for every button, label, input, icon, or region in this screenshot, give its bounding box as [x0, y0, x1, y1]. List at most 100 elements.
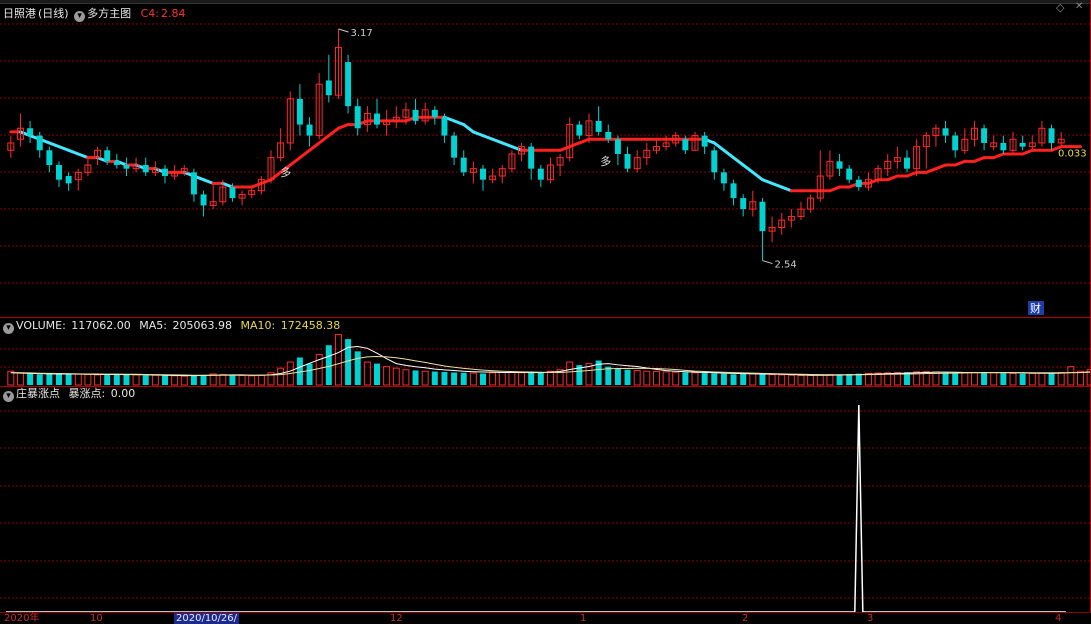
- volume-bar: [374, 363, 380, 385]
- chart-canvas[interactable]: 3.172.54多多0.033财: [0, 0, 1091, 623]
- volume-bar: [1067, 366, 1075, 386]
- volume-bar: [383, 366, 391, 386]
- signal-label: 多: [600, 154, 611, 168]
- selected-date[interactable]: 2020/10/26/: [174, 613, 240, 624]
- ma-line-segment: [741, 163, 755, 174]
- candle-body: [306, 124, 313, 136]
- volume-bar: [489, 372, 497, 386]
- ma-line-segment: [924, 167, 938, 174]
- volume-bar: [816, 374, 824, 386]
- date-axis-year: 2020年: [4, 613, 40, 624]
- ma-line-segment: [298, 148, 312, 160]
- candle-body: [701, 135, 708, 147]
- candle-body: [460, 157, 467, 173]
- volume-bar: [711, 373, 718, 385]
- ma-line-segment: [1021, 148, 1034, 156]
- volume-bar: [787, 374, 795, 386]
- ma-line-segment: [866, 178, 880, 185]
- volume-bar: [65, 374, 72, 385]
- candle-body: [451, 135, 458, 158]
- volume-bar: [759, 374, 766, 385]
- ma-line-segment: [760, 178, 774, 185]
- ma-line-segment: [934, 163, 948, 171]
- candle-body: [412, 109, 419, 121]
- low-label: 2.54: [774, 260, 796, 271]
- indicator2-settings-icon[interactable]: ▾: [3, 391, 14, 402]
- c4-label: C4:: [140, 7, 159, 20]
- volume-bar: [334, 334, 342, 386]
- candle-body: [190, 172, 197, 195]
- ma-line-segment: [712, 141, 726, 152]
- candle-body: [142, 165, 149, 173]
- volume-bar: [749, 373, 757, 386]
- candle-body: [846, 168, 853, 180]
- c4-value: 2.84: [160, 7, 186, 20]
- candle-body: [528, 146, 535, 169]
- volume-bar: [248, 375, 256, 386]
- volume-bar: [46, 373, 53, 385]
- volume-bar: [952, 373, 959, 385]
- ma-line-segment: [202, 178, 215, 185]
- ma-line-segment: [780, 185, 793, 193]
- high-label: 3.17: [350, 28, 372, 39]
- pane-close-icon[interactable]: ✕: [1075, 1, 1083, 12]
- volume-bar: [460, 372, 467, 385]
- volume-bar: [1019, 373, 1026, 385]
- volume-bar: [826, 374, 834, 386]
- volume-bar: [682, 372, 689, 385]
- volume-bar: [1057, 371, 1065, 386]
- date-axis-month: 3: [867, 613, 874, 624]
- ma-line-segment: [510, 145, 524, 152]
- indicator-line: [6, 404, 1066, 613]
- indicator2-name[interactable]: 庄暴涨点: [16, 387, 60, 400]
- indicator-settings-icon[interactable]: ▾: [74, 11, 86, 22]
- candle-body: [162, 168, 168, 177]
- candle-body: [720, 172, 727, 184]
- stock-name[interactable]: 日照港: [3, 7, 36, 20]
- ma-line-segment: [259, 178, 273, 185]
- volume-bar: [981, 372, 988, 385]
- ma10-value: 172458.38: [280, 319, 341, 332]
- ma-line-segment: [992, 152, 1005, 160]
- volume-bar: [171, 375, 179, 386]
- candle-body: [104, 150, 111, 162]
- candle-body: [480, 168, 486, 180]
- volume-bar: [691, 372, 699, 386]
- volume-bar: [238, 375, 246, 386]
- candle-body: [537, 168, 544, 180]
- volume-bar: [633, 369, 641, 386]
- volume-bar: [412, 370, 419, 385]
- volume-bar: [480, 373, 486, 385]
- candle-body: [1000, 142, 1007, 151]
- indicator-name[interactable]: 多方主图: [87, 7, 131, 20]
- date-axis-month: 4: [1055, 613, 1062, 624]
- volume-bar: [277, 367, 285, 386]
- ma-line-segment: [471, 130, 485, 138]
- candle-body: [836, 161, 843, 169]
- high-marker-line: [338, 28, 349, 33]
- candle-body: [942, 128, 949, 136]
- candle-body: [952, 135, 959, 151]
- candle-body: [325, 80, 332, 96]
- volume-header: ▾ VOLUME: 117062.00 MA5: 205063.98 MA10: …: [3, 319, 342, 334]
- ma-line-segment: [751, 170, 764, 182]
- ma-line-segment: [288, 156, 302, 167]
- volume-settings-icon[interactable]: ▾: [3, 323, 14, 334]
- date-axis-month: 1: [580, 613, 587, 624]
- volume-bar: [257, 374, 265, 386]
- volume-bar: [701, 373, 708, 385]
- ma-line-segment: [67, 148, 80, 156]
- volume-bar: [990, 372, 998, 386]
- maximize-icon[interactable]: ◇: [1056, 1, 1064, 14]
- ma-line-segment: [722, 148, 736, 160]
- volume-bar: [36, 374, 43, 385]
- candle-body: [595, 120, 602, 132]
- ma-line-segment: [317, 134, 331, 145]
- period-label[interactable]: (日线): [38, 7, 69, 20]
- candle-body: [65, 176, 72, 184]
- date-axis-month: 2: [742, 613, 749, 624]
- volume-bar: [219, 374, 227, 386]
- ma5-label: MA5:: [139, 319, 168, 332]
- volume-bar: [190, 375, 197, 385]
- volume-bar: [846, 373, 853, 385]
